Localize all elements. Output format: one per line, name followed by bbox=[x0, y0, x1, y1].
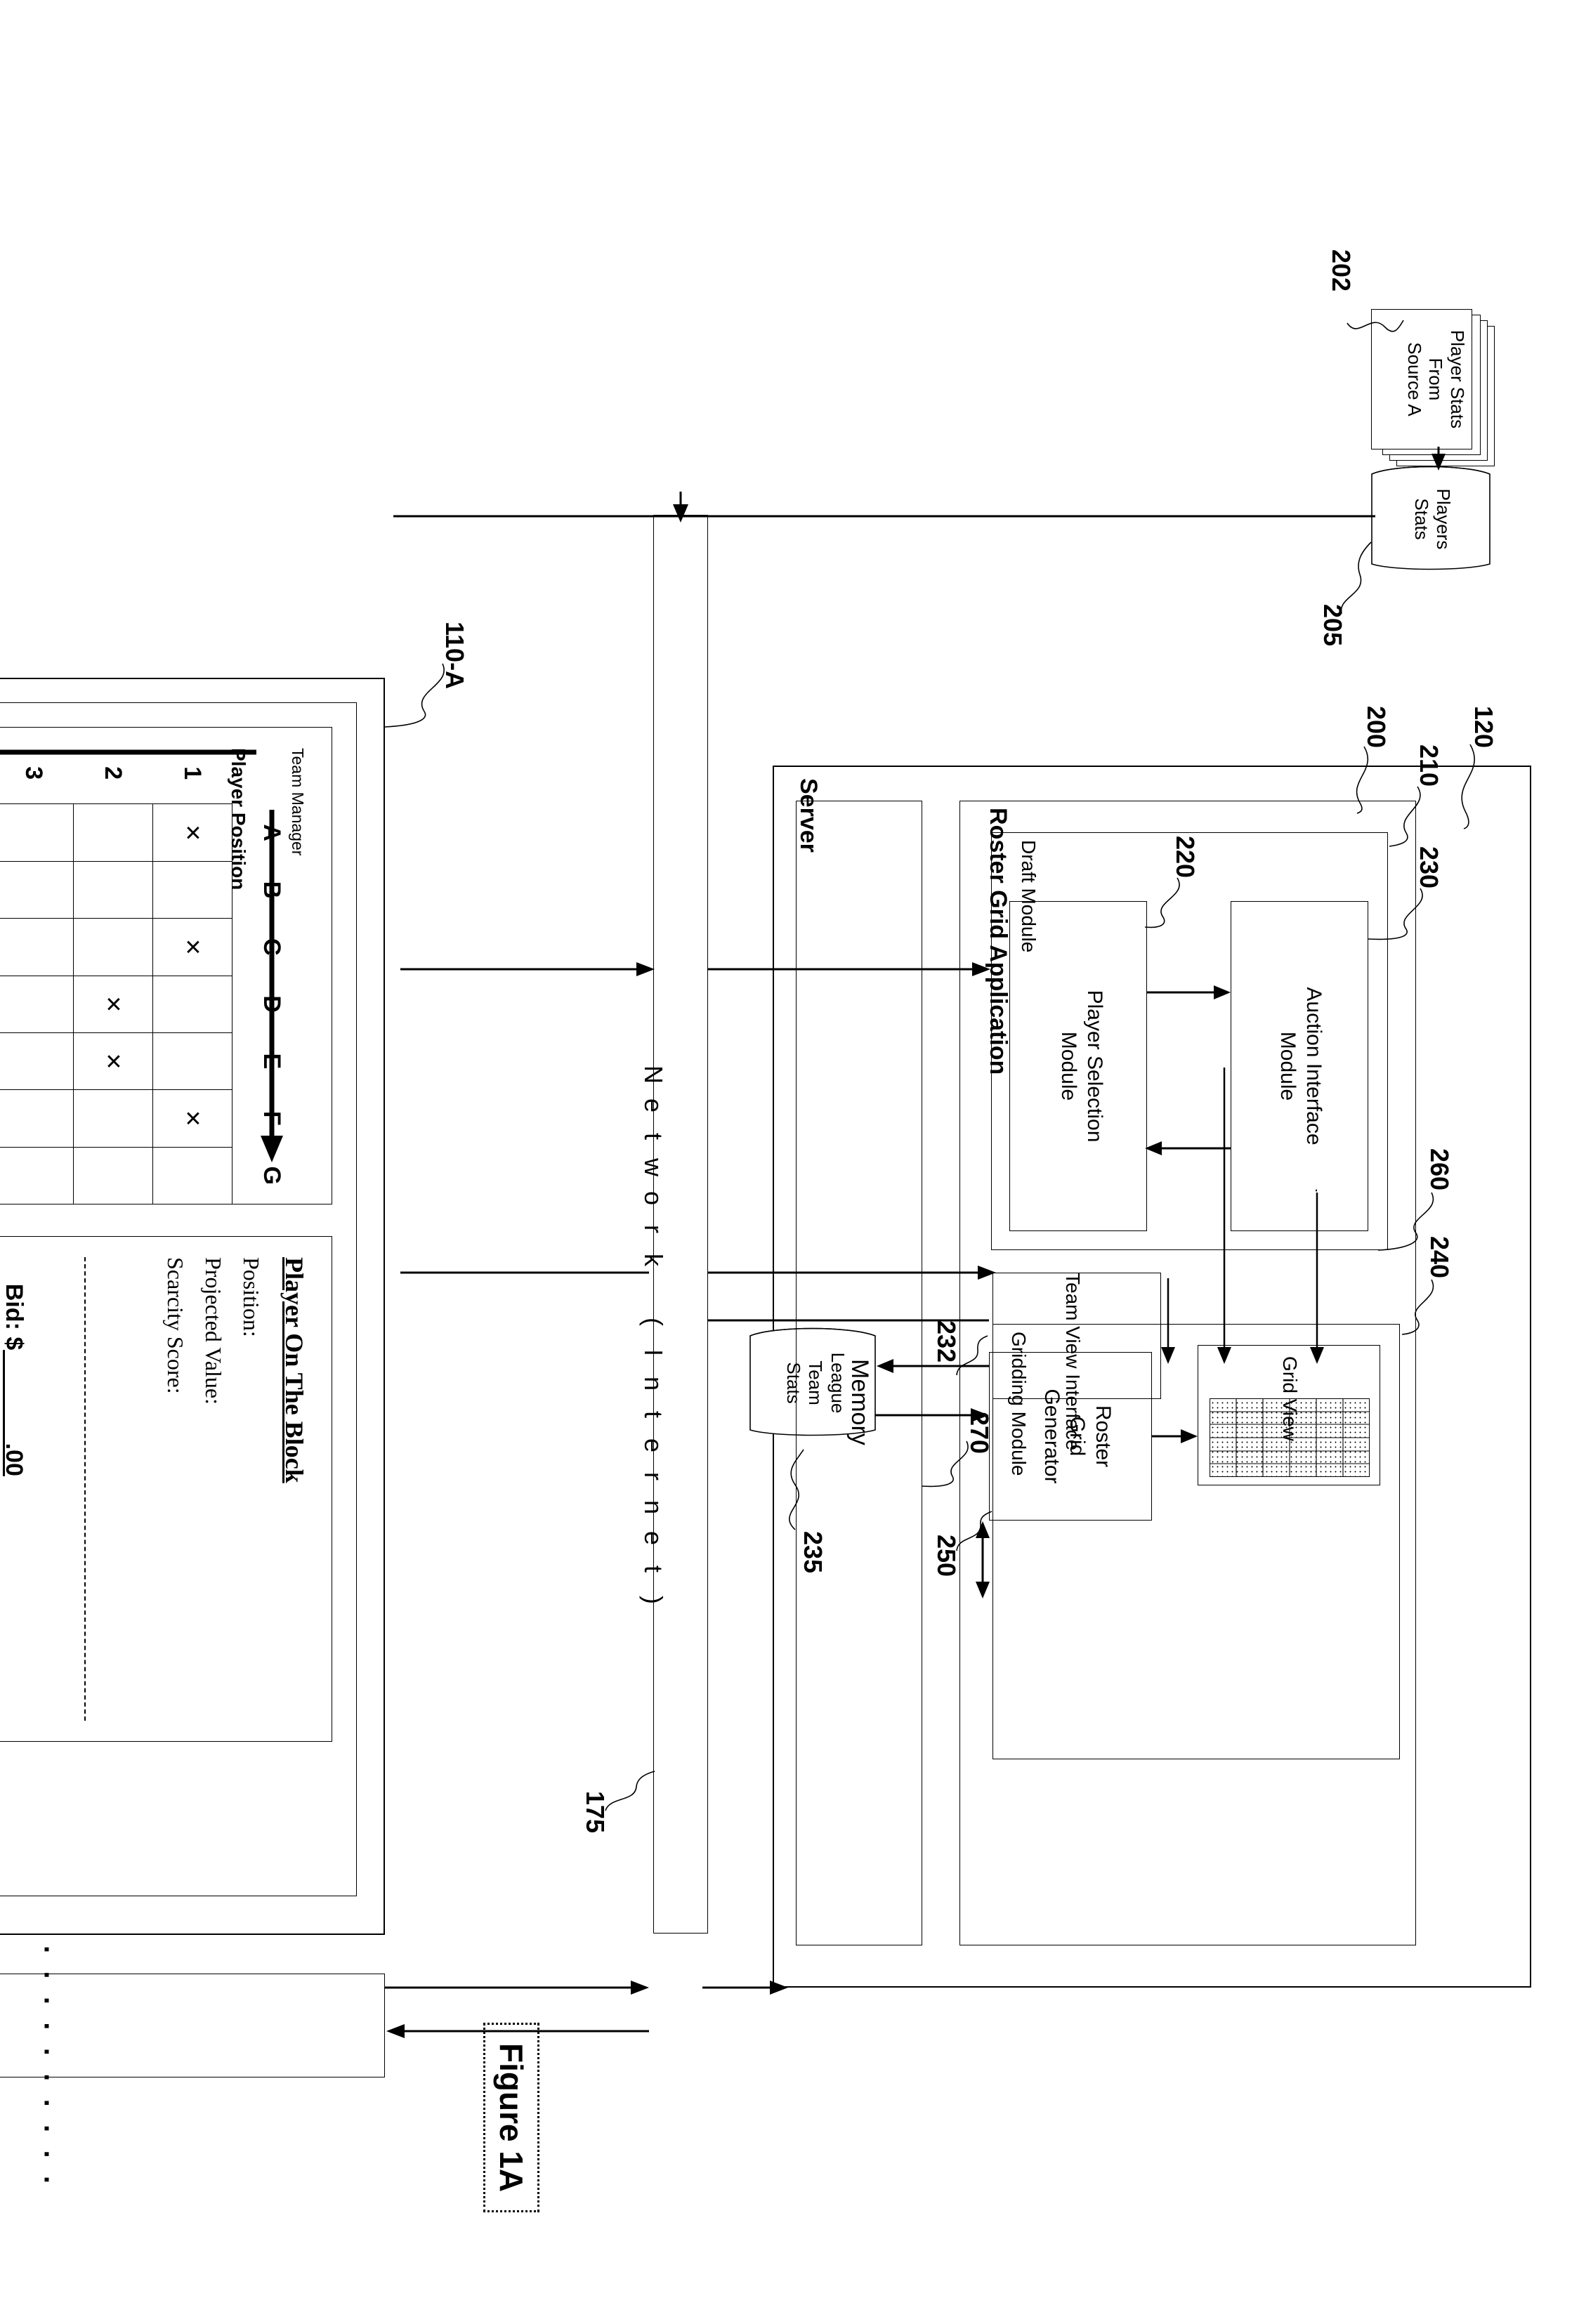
roster-grid-cell[interactable]: ✕ bbox=[152, 918, 232, 976]
roster-grid-column-header: F bbox=[258, 1110, 286, 1126]
roster-grid-column-header: E bbox=[258, 1053, 286, 1070]
ref-250: 250 bbox=[932, 1535, 961, 1577]
roster-grid-cell[interactable]: ✕ bbox=[73, 1032, 153, 1090]
patent-figure-sheet: Server 120 Roster Grid Application 200 D… bbox=[0, 0, 1579, 2213]
network-label-letter: r bbox=[639, 1225, 668, 1234]
player-on-block-title: Player On The Block bbox=[280, 1257, 308, 1483]
network-label-text: Ne t wo r k ( In t e r n e t) bbox=[639, 1059, 668, 1615]
ref-230: 230 bbox=[1415, 846, 1443, 889]
table-row: 1 ✕ ✕ ✕ bbox=[152, 742, 232, 1204]
ref-110-A: 110-A bbox=[440, 622, 469, 690]
memory-title: Memory bbox=[846, 1359, 873, 1445]
roster-grid-row-header: 1 bbox=[179, 766, 207, 780]
time-remaining-row: Time Remaining: __ day __ hr __ sec bbox=[0, 1257, 14, 1473]
clients-ellipsis: · · · · · · · · · · bbox=[31, 1945, 62, 2190]
network-label-letter: t bbox=[639, 1411, 668, 1419]
roster-grid-column-header: G bbox=[258, 1166, 286, 1185]
network-label-letter: r bbox=[639, 1472, 668, 1481]
network-label-letter: o bbox=[639, 1191, 668, 1206]
auction-interface-module-title: Auction Interface Module bbox=[1276, 987, 1325, 1145]
player-selection-module-title: Player Selection Module bbox=[1057, 990, 1106, 1143]
network-label-letter: e bbox=[639, 1438, 668, 1453]
roster-grid-column-header: D bbox=[258, 995, 286, 1013]
roster-grid-cell[interactable] bbox=[73, 803, 153, 862]
roster-grid-cell[interactable] bbox=[73, 918, 153, 976]
ref-200: 200 bbox=[1362, 706, 1391, 749]
roster-grid-cell[interactable] bbox=[152, 1032, 232, 1090]
player-on-block-field-position: Position: bbox=[239, 1257, 264, 1337]
roster-grid-row-axis-label: Player Position bbox=[228, 748, 249, 891]
roster-grid-cell[interactable] bbox=[0, 861, 74, 919]
roster-grid-cell-mark: ✕ bbox=[101, 1052, 125, 1070]
network-label-letter: e bbox=[639, 1098, 668, 1113]
network-label-letter: I bbox=[639, 1349, 668, 1357]
ref-120: 120 bbox=[1469, 706, 1498, 749]
table-row: 2 ✕ ✕ bbox=[73, 742, 153, 1204]
roster-grid-cell[interactable]: ✕ bbox=[152, 1089, 232, 1148]
roster-grid-cell[interactable] bbox=[73, 1147, 153, 1204]
ref-260: 260 bbox=[1425, 1148, 1454, 1191]
roster-grid-cell-mark: ✕ bbox=[101, 995, 125, 1013]
ref-270: 270 bbox=[965, 1412, 994, 1455]
roster-grid-table[interactable]: ABCDEFG1✕✕✕2✕✕34✕✕✕5✕✕ bbox=[0, 742, 311, 1204]
network-label-letter: t bbox=[639, 1133, 668, 1141]
network-label-letter: ( bbox=[639, 1318, 668, 1327]
roster-grid-cell[interactable] bbox=[152, 1147, 232, 1204]
player-on-block-field-scarcity-score: Scarcity Score: bbox=[163, 1257, 188, 1394]
roster-grid-cell[interactable] bbox=[0, 1032, 74, 1090]
ref-240: 240 bbox=[1425, 1236, 1454, 1279]
figure-caption-frame: Figure 1A bbox=[483, 2023, 539, 2213]
network-label-letter bbox=[638, 1275, 668, 1306]
player-on-block-divider bbox=[84, 1257, 86, 1721]
ref-220: 220 bbox=[1171, 836, 1200, 879]
ref-210: 210 bbox=[1415, 744, 1443, 787]
network-label-letter: t bbox=[639, 1565, 668, 1573]
roster-grid-cell[interactable] bbox=[0, 976, 74, 1033]
roster-grid-container: ABCDEFG1✕✕✕2✕✕34✕✕✕5✕✕ Team Manager Play… bbox=[0, 727, 332, 1204]
roster-grid-corner-label: Team Manager bbox=[289, 748, 307, 856]
roster-grid-cell[interactable]: ✕ bbox=[73, 976, 153, 1033]
roster-grid-cell[interactable] bbox=[0, 918, 74, 976]
grid-view-thumbnail bbox=[1210, 1398, 1370, 1477]
roster-grid-cell-mark: ✕ bbox=[181, 938, 204, 956]
roster-grid-cell[interactable] bbox=[152, 976, 232, 1033]
roster-grid-cell[interactable] bbox=[73, 861, 153, 919]
network-label-letter: w bbox=[639, 1158, 668, 1177]
ref-175: 175 bbox=[581, 1791, 610, 1834]
roster-grid-cell[interactable] bbox=[152, 861, 232, 919]
network-label-letter: k bbox=[639, 1254, 668, 1267]
network-label: Ne t wo r k ( In t e r n e t) bbox=[609, 997, 697, 1615]
roster-grid-cell-mark: ✕ bbox=[181, 824, 204, 842]
leader-175 bbox=[605, 1771, 655, 1811]
players-stats-db-title: Players Stats bbox=[1411, 488, 1454, 550]
leader-110A bbox=[384, 663, 445, 728]
roster-grid-generator-title: Roster Grid Generator bbox=[1040, 1389, 1115, 1484]
player-stats-documents-title: Player Stats From Source A bbox=[1403, 329, 1468, 429]
player-on-block-field-projected-value: Projected Value: bbox=[201, 1257, 226, 1405]
ref-232: 232 bbox=[932, 1320, 961, 1363]
roster-grid-column-header: C bbox=[258, 938, 286, 956]
roster-grid-cell[interactable]: ✕ bbox=[152, 803, 232, 862]
ref-205: 205 bbox=[1318, 604, 1347, 647]
network-label-letter: n bbox=[639, 1500, 668, 1515]
line-db-to-network bbox=[393, 515, 1375, 518]
roster-grid-row-header: 2 bbox=[100, 766, 127, 780]
roster-grid-cell[interactable] bbox=[0, 803, 74, 862]
roster-grid-row-header: 3 bbox=[20, 766, 48, 780]
network-label-letter: e bbox=[639, 1531, 668, 1546]
network-label-letter: N bbox=[639, 1065, 668, 1084]
network-label-letter: ) bbox=[639, 1596, 668, 1605]
figure-caption: Figure 1A bbox=[493, 2043, 530, 2193]
roster-grid-cell-mark: ✕ bbox=[181, 1109, 204, 1127]
ref-202: 202 bbox=[1327, 249, 1356, 292]
network-label-letter: n bbox=[639, 1377, 668, 1391]
roster-grid-cell[interactable] bbox=[0, 1089, 74, 1148]
table-row: 3 bbox=[0, 742, 74, 1204]
roster-grid-cell[interactable] bbox=[0, 1147, 74, 1204]
roster-grid-cell[interactable] bbox=[73, 1089, 153, 1148]
